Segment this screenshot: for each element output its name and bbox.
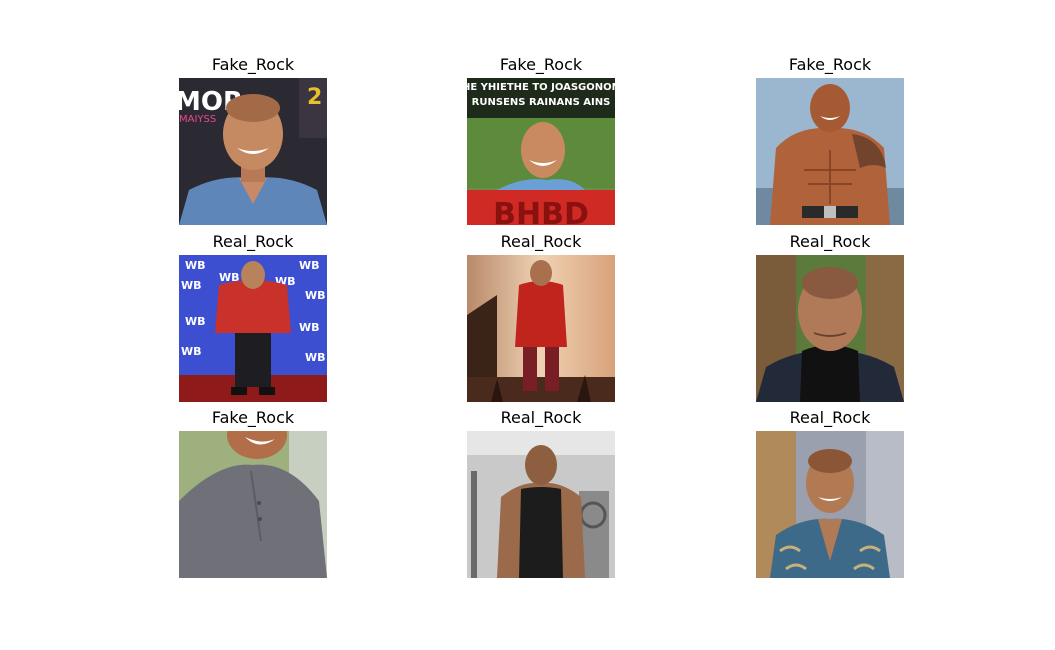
svg-text:WB: WB (305, 289, 326, 302)
image-title: Real_Rock (212, 232, 294, 251)
svg-text:WB: WB (299, 259, 320, 272)
svg-text:WB: WB (185, 259, 206, 272)
photo-turtleneck-portrait (756, 255, 904, 402)
svg-text:WB: WB (181, 279, 202, 292)
photo-grey-henley-smile (179, 431, 327, 578)
svg-text:WB: WB (305, 351, 326, 364)
photo-meme-poster: THE YHIETHE TO JOASGONONE RUNSENS RAINAN… (467, 78, 615, 225)
meme-bottom-text: BHBD (493, 197, 589, 225)
meme-caption-line-1: THE YHIETHE TO JOASGONONE (467, 82, 615, 93)
image-title: Real_Rock (789, 232, 871, 251)
image-title: Fake_Rock (788, 55, 872, 74)
image-title: Fake_Rock (499, 55, 583, 74)
svg-text:2: 2 (307, 85, 322, 110)
photo-stage-red-shirt (467, 255, 615, 402)
svg-text:MAIYSS: MAIYSS (179, 114, 216, 125)
photo-event-backdrop: MOR MAIYSS 2 (179, 78, 327, 225)
svg-text:WB: WB (185, 315, 206, 328)
photo-paisley-jacket (756, 431, 904, 578)
svg-text:WB: WB (299, 321, 320, 334)
meme-caption-line-2: RUNSENS RAINANS AINS (472, 97, 611, 108)
image-title: Fake_Rock (211, 55, 295, 74)
photo-wb-red-carpet: WB WB WB WB WB WB WB WB WB WB (179, 255, 327, 402)
svg-text:WB: WB (181, 345, 202, 358)
photo-gym-tank-top (467, 431, 615, 578)
photo-tattooed-torso (756, 78, 904, 225)
image-title: Real_Rock (500, 408, 582, 427)
image-title: Real_Rock (500, 232, 582, 251)
image-title: Fake_Rock (211, 408, 295, 427)
image-title: Real_Rock (789, 408, 871, 427)
